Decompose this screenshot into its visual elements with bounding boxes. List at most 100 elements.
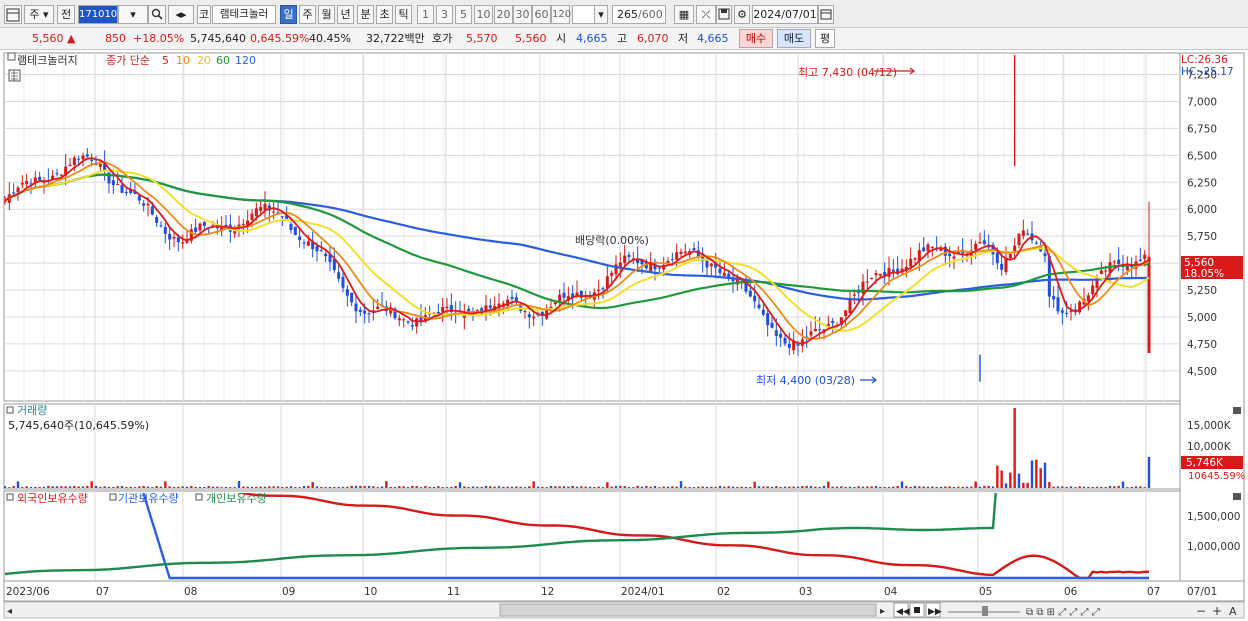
x-axis-right-label: 07/01 bbox=[1187, 586, 1217, 598]
volume-bar bbox=[172, 487, 176, 488]
stock-code-input[interactable]: 171010 bbox=[78, 5, 118, 24]
scroll-thumb[interactable] bbox=[499, 603, 877, 617]
interval-30[interactable]: 30 bbox=[513, 5, 532, 24]
scroll-left-icon[interactable]: ◂ bbox=[7, 606, 12, 617]
candle-body bbox=[562, 292, 566, 298]
volume-bar bbox=[203, 486, 206, 488]
layout-icon[interactable] bbox=[4, 5, 22, 24]
volume-bar bbox=[411, 485, 414, 488]
x-label: 04 bbox=[884, 586, 898, 598]
candle-body bbox=[168, 234, 172, 240]
tab-period-tick[interactable]: 틱 bbox=[395, 5, 412, 24]
tab-period-month[interactable]: 월 bbox=[318, 5, 335, 24]
display-count-field[interactable]: 265/600 bbox=[612, 5, 666, 24]
candle-body bbox=[1017, 233, 1021, 246]
sell-button[interactable]: 매도 bbox=[777, 29, 811, 48]
holdings-panel-close-icon[interactable] bbox=[1233, 493, 1241, 500]
candle-body bbox=[363, 310, 367, 314]
interval-10[interactable]: 10 bbox=[474, 5, 493, 24]
period-select[interactable]: 주 ▾ bbox=[24, 5, 54, 24]
tab-period-year[interactable]: 년 bbox=[337, 5, 354, 24]
legend-ma20: 20 bbox=[197, 54, 211, 67]
price-change-pct: +18.05% bbox=[133, 32, 185, 45]
auto-scale-icon[interactable]: A bbox=[1229, 605, 1237, 618]
volume-bar bbox=[324, 487, 327, 488]
volume-bar bbox=[697, 486, 700, 488]
candle-body bbox=[796, 344, 800, 346]
volume-bar bbox=[34, 486, 37, 488]
prev-button[interactable]: 전 bbox=[57, 5, 75, 24]
volume-bar bbox=[831, 486, 834, 488]
buy-button[interactable]: 매수 bbox=[739, 29, 773, 48]
candle-body bbox=[618, 262, 622, 267]
tab-period-minute[interactable]: 분 bbox=[357, 5, 374, 24]
volume-bar bbox=[441, 487, 444, 488]
volume-bar bbox=[211, 486, 215, 488]
volume-bar bbox=[354, 485, 358, 488]
volume-bar bbox=[315, 486, 319, 488]
volume-bar bbox=[593, 487, 596, 488]
tool-icons[interactable]: ⧉ ⧉ ⊞ ⤢ ⤢ ⤢ ⤢ bbox=[1026, 607, 1100, 618]
candle-body bbox=[116, 183, 120, 185]
chevron-down-icon[interactable]: ▾ bbox=[594, 5, 608, 24]
calendar-icon[interactable] bbox=[818, 5, 834, 24]
volume-bar bbox=[1000, 470, 1003, 488]
indicator-icon[interactable]: ⤫ bbox=[696, 5, 716, 24]
stock-chart[interactable]: 램테크놀러지 종가 단순 5 10 20 60 120 최고 7,430 (04… bbox=[0, 50, 1248, 621]
volume-bar bbox=[181, 486, 184, 488]
candle-body bbox=[488, 305, 492, 308]
tab-period-week[interactable]: 주 bbox=[299, 5, 316, 24]
code-dropdown-icon[interactable]: ▾ bbox=[118, 5, 148, 24]
candle-body bbox=[415, 318, 419, 327]
candle-body bbox=[241, 224, 245, 226]
volume-bar bbox=[766, 486, 769, 488]
volume-bar bbox=[146, 486, 150, 488]
tab-period-day[interactable]: 일 bbox=[280, 5, 297, 24]
price-tick: 6,000 bbox=[1187, 204, 1217, 216]
zoom-slider-handle[interactable] bbox=[982, 606, 988, 616]
interval-3[interactable]: 3 bbox=[436, 5, 453, 24]
interval-120[interactable]: 120 bbox=[551, 5, 571, 24]
speaker-icon[interactable]: ◂▸ bbox=[168, 5, 194, 24]
gear-icon[interactable]: ⚙ bbox=[734, 5, 750, 24]
scroll-right-icon[interactable]: ▸ bbox=[880, 606, 885, 617]
interval-60[interactable]: 60 bbox=[532, 5, 551, 24]
volume-bar bbox=[1004, 483, 1008, 488]
volume-bar bbox=[159, 486, 163, 488]
forward-icon: ▶▶ bbox=[928, 607, 942, 617]
candle-body bbox=[376, 306, 380, 310]
volume-bar bbox=[675, 486, 678, 488]
volume-bar bbox=[775, 486, 778, 488]
interval-5[interactable]: 5 bbox=[455, 5, 472, 24]
volume-bar bbox=[1113, 486, 1116, 488]
volume-bar bbox=[1091, 486, 1094, 488]
volume-bar bbox=[415, 486, 418, 488]
search-icon[interactable] bbox=[148, 5, 166, 24]
volume-bar bbox=[645, 485, 648, 488]
candle-body bbox=[1069, 311, 1073, 313]
zoom-out-icon[interactable]: − bbox=[1196, 604, 1206, 618]
candle-body bbox=[341, 276, 345, 288]
chart-settings-icon[interactable]: ▦ bbox=[674, 5, 694, 24]
volume-bar bbox=[974, 481, 977, 488]
date-field[interactable]: 2024/07/01 bbox=[752, 5, 818, 24]
volume-panel-close-icon[interactable] bbox=[1233, 407, 1241, 414]
x-label: 03 bbox=[799, 586, 812, 598]
volume-bar bbox=[502, 486, 505, 488]
interval-20[interactable]: 20 bbox=[494, 5, 513, 24]
stock-name-field[interactable]: 램테크놀러 bbox=[212, 5, 276, 24]
volume-bar bbox=[848, 486, 852, 488]
volume-bar bbox=[8, 487, 11, 488]
volume-panel[interactable] bbox=[3, 403, 1181, 490]
zoom-in-icon[interactable]: + bbox=[1212, 604, 1222, 618]
volume-bar bbox=[684, 486, 687, 488]
eval-button[interactable]: 평 bbox=[815, 29, 835, 48]
interval-1[interactable]: 1 bbox=[417, 5, 434, 24]
volume-bar bbox=[887, 487, 891, 488]
save-icon[interactable] bbox=[716, 5, 732, 24]
volume-bar bbox=[957, 486, 960, 488]
tab-period-second[interactable]: 초 bbox=[376, 5, 393, 24]
candle-body bbox=[930, 246, 934, 248]
volume-bar bbox=[909, 486, 912, 488]
volume-bar bbox=[90, 481, 93, 488]
